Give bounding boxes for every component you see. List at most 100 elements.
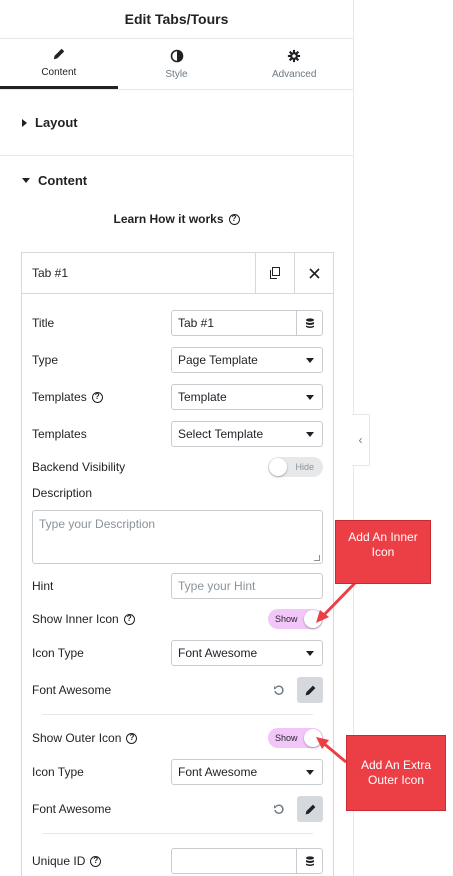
templates-value-2: Select Template [178, 427, 264, 441]
templates-label-2: Templates [32, 427, 87, 441]
tab-advanced[interactable]: Advanced [235, 39, 353, 89]
show-inner-icon-row: Show Inner Icon ? Show [32, 609, 323, 629]
chevron-down-icon [306, 770, 314, 775]
templates-row-2: Templates Select Template [32, 421, 323, 447]
resize-handle-icon[interactable] [314, 555, 320, 561]
show-inner-icon-toggle[interactable]: Show [268, 609, 323, 629]
tab-style-label: Style [165, 68, 188, 80]
toggle-text: Show [275, 614, 298, 624]
type-value: Page Template [178, 353, 258, 367]
reset-icon[interactable] [273, 803, 285, 815]
templates-select-1[interactable]: Template [171, 384, 323, 410]
font-awesome-actions-2 [273, 796, 323, 822]
tab-content[interactable]: Content [0, 39, 118, 89]
tab-advanced-label: Advanced [271, 68, 317, 80]
section-content[interactable]: Content [0, 156, 353, 188]
duplicate-button[interactable] [255, 252, 294, 294]
tab-style[interactable]: Style [118, 39, 236, 89]
backend-visibility-toggle[interactable]: Hide [268, 457, 323, 477]
backend-visibility-row: Backend Visibility Hide [32, 457, 323, 477]
chevron-down-icon [306, 395, 314, 400]
caret-down-icon [22, 178, 30, 183]
description-label: Description [32, 486, 93, 500]
templates-label-1: Templates ? [32, 390, 171, 404]
repeater-item-header[interactable]: Tab #1 [22, 252, 333, 294]
dynamic-tags-button[interactable] [296, 311, 322, 335]
description-row: Description [32, 486, 323, 500]
title-input[interactable]: Tab #1 [171, 310, 323, 336]
type-row: Type Page Template [32, 347, 323, 373]
section-layout[interactable]: Layout [0, 90, 353, 156]
show-outer-icon-text: Show Outer Icon [32, 731, 122, 745]
pencil-icon [53, 48, 65, 60]
callout-inner-text: Add An Inner Icon [348, 530, 418, 559]
toggle-knob [304, 729, 322, 747]
divider [42, 833, 313, 834]
panel-header: Edit Tabs/Tours [0, 0, 353, 39]
chevron-down-icon [306, 358, 314, 363]
description-textarea[interactable]: Type your Description [32, 510, 323, 564]
repeater-item-title: Tab #1 [32, 266, 69, 280]
hint-label: Hint [32, 579, 54, 593]
templates-label-text-1: Templates [32, 390, 87, 404]
panel-tabs: Content Style Advanced [0, 39, 353, 90]
learn-how-link[interactable]: Learn How it works ? [0, 212, 353, 226]
description-placeholder: Type your Description [39, 517, 156, 531]
show-inner-icon-label: Show Inner Icon ? [32, 612, 268, 626]
type-select[interactable]: Page Template [171, 347, 323, 373]
font-awesome-label-1: Font Awesome [32, 683, 112, 697]
hint-row: Hint Type your Hint [32, 573, 323, 599]
font-awesome-label-2: Font Awesome [32, 802, 112, 816]
section-layout-label: Layout [35, 115, 78, 130]
unique-id-row: Unique ID ? [32, 848, 323, 874]
collapse-panel-button[interactable]: ‹ [352, 414, 370, 466]
icon-picker-button[interactable] [297, 796, 323, 822]
chevron-down-icon [306, 651, 314, 656]
templates-select-2[interactable]: Select Template [171, 421, 323, 447]
callout-outer-text: Add An Extra Outer Icon [360, 758, 432, 787]
show-outer-icon-toggle[interactable]: Show [268, 728, 323, 748]
icon-type-select-2[interactable]: Font Awesome [171, 759, 323, 785]
icon-type-row-1: Icon Type Font Awesome [32, 640, 323, 666]
gear-icon [288, 49, 301, 62]
remove-button[interactable] [294, 252, 333, 294]
show-outer-icon-row: Show Outer Icon ? Show [32, 728, 323, 748]
reset-icon[interactable] [273, 684, 285, 696]
icon-type-label-1: Icon Type [32, 646, 84, 660]
hint-input[interactable]: Type your Hint [171, 573, 323, 599]
templates-row-1: Templates ? Template [32, 384, 323, 410]
callout-outer-icon: Add An Extra Outer Icon [346, 735, 446, 811]
title-value: Tab #1 [178, 316, 215, 330]
font-awesome-row-2: Font Awesome [32, 796, 323, 822]
toggle-knob [269, 458, 287, 476]
question-icon[interactable]: ? [126, 732, 138, 744]
icon-type-select-1[interactable]: Font Awesome [171, 640, 323, 666]
question-icon[interactable]: ? [90, 855, 102, 867]
title-label: Title [32, 316, 55, 330]
type-label: Type [32, 353, 59, 367]
section-content-label: Content [38, 173, 88, 188]
toggle-text: Hide [295, 462, 314, 472]
font-awesome-actions-1 [273, 677, 323, 703]
unique-id-input[interactable] [171, 848, 323, 874]
unique-id-text: Unique ID [32, 854, 86, 868]
toggle-knob [304, 610, 322, 628]
icon-picker-button[interactable] [297, 677, 323, 703]
chevron-down-icon [306, 432, 314, 437]
show-inner-icon-text: Show Inner Icon [32, 612, 119, 626]
dynamic-tags-button[interactable] [296, 849, 322, 873]
unique-id-label: Unique ID ? [32, 854, 171, 868]
icon-type-value-2: Font Awesome [178, 765, 258, 779]
repeater-item: Tab #1 Title Tab #1 Type Page Template T… [21, 252, 334, 876]
question-icon: ? [228, 213, 240, 225]
question-icon[interactable]: ? [123, 613, 135, 625]
caret-right-icon [22, 118, 27, 127]
icon-type-row-2: Icon Type Font Awesome [32, 759, 323, 785]
editor-panel: Edit Tabs/Tours Content Style Advanced L… [0, 0, 354, 876]
database-icon [305, 317, 314, 328]
toggle-text: Show [275, 733, 298, 743]
pencil-icon [305, 685, 315, 695]
question-icon[interactable]: ? [91, 391, 103, 403]
hint-placeholder: Type your Hint [178, 579, 256, 593]
tab-content-label: Content [41, 67, 77, 78]
